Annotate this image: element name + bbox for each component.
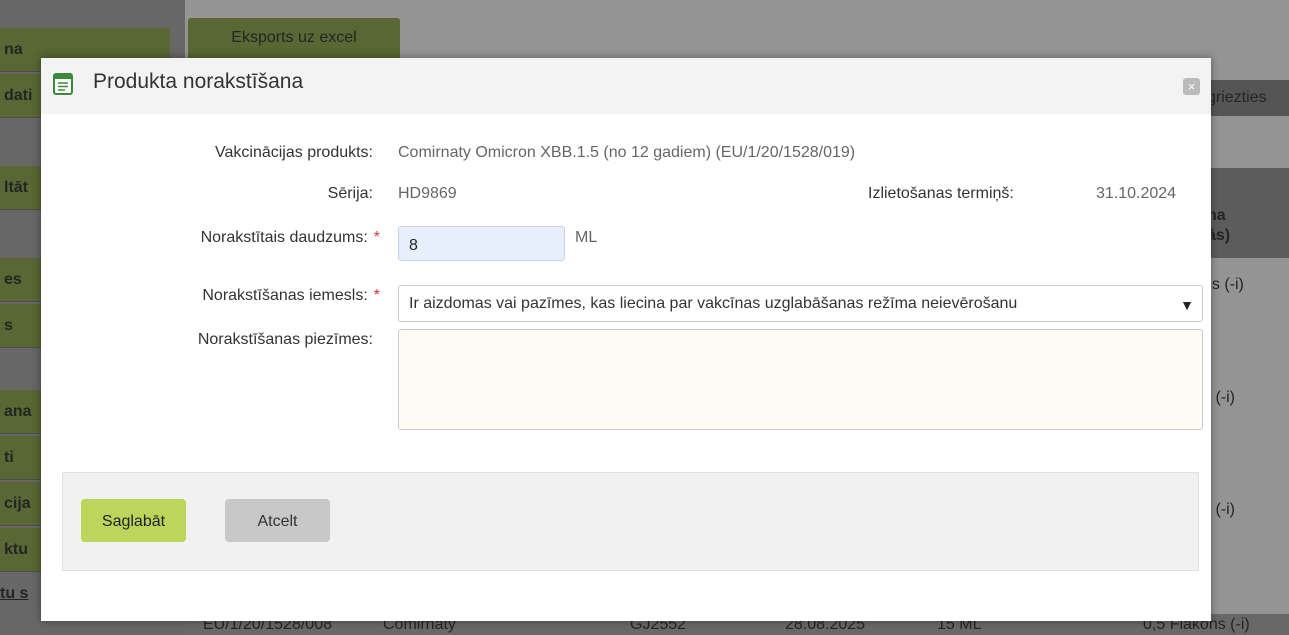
form-icon <box>53 73 73 95</box>
chevron-down-icon[interactable]: ▼ <box>1180 297 1194 313</box>
reason-label: Norakstīšanas iemesls: * <box>202 287 380 305</box>
expiry-label: Izlietošanas termiņš: <box>868 185 1014 202</box>
series-value: HD9869 <box>398 185 457 202</box>
dialog-title: Produkta norakstīšana <box>93 70 304 93</box>
product-label: Vakcinācijas produkts: <box>215 144 373 161</box>
quantity-input[interactable]: 8 <box>398 226 565 261</box>
write-off-dialog: Produkta norakstīšana × Vakcinācijas pro… <box>41 58 1211 621</box>
notes-textarea[interactable] <box>398 329 1203 430</box>
reason-select[interactable]: Ir aizdomas vai pazīmes, kas liecina par… <box>398 285 1203 322</box>
close-icon[interactable]: × <box>1183 78 1200 95</box>
quantity-label-text: Norakstītais daudzums: <box>200 229 368 246</box>
required-mark: * <box>373 229 380 246</box>
expiry-value: 31.10.2024 <box>1096 185 1177 202</box>
series-label: Sērija: <box>327 185 373 202</box>
quantity-label: Norakstītais daudzums: * <box>201 229 380 247</box>
notes-label: Norakstīšanas piezīmes: <box>197 331 373 348</box>
required-mark: * <box>373 287 380 304</box>
reason-label-text: Norakstīšanas iemesls: <box>202 287 368 304</box>
save-button[interactable]: Saglabāt <box>81 499 186 542</box>
dialog-footer: Saglabāt Atcelt <box>62 472 1199 571</box>
product-value: Comirnaty Omicron XBB.1.5 (no 12 gadiem)… <box>398 144 856 161</box>
reason-select-value: Ir aizdomas vai pazīmes, kas liecina par… <box>409 295 1018 312</box>
cancel-button[interactable]: Atcelt <box>225 499 330 542</box>
quantity-unit: ML <box>575 229 598 246</box>
dialog-header: Produkta norakstīšana × <box>41 58 1211 114</box>
